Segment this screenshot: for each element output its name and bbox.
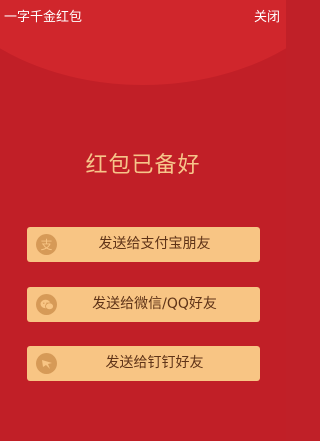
alipay-icon: 支 [36, 234, 57, 255]
share-wechat-qq-label: 发送给微信/QQ好友 [92, 296, 217, 312]
dingtalk-icon [36, 353, 57, 374]
close-button[interactable]: 关闭 [254, 9, 280, 27]
red-packet-screen: 一字千金红包 关闭 红包已备好 支 发送给支付宝朋友 发送给微信/QQ好友 发送… [0, 0, 286, 441]
share-dingtalk-button[interactable]: 发送给钉钉好友 [27, 346, 260, 381]
share-dingtalk-label: 发送给钉钉好友 [105, 355, 204, 371]
app-title: 一字千金红包 [4, 10, 83, 25]
top-bar: 一字千金红包 关闭 [0, 0, 286, 36]
share-wechat-qq-button[interactable]: 发送给微信/QQ好友 [27, 287, 260, 322]
wechat-icon [36, 294, 57, 315]
share-alipay-button[interactable]: 支 发送给支付宝朋友 [27, 227, 260, 262]
headline: 红包已备好 [85, 153, 201, 178]
svg-text:支: 支 [40, 238, 52, 251]
share-alipay-label: 发送给支付宝朋友 [98, 236, 211, 252]
